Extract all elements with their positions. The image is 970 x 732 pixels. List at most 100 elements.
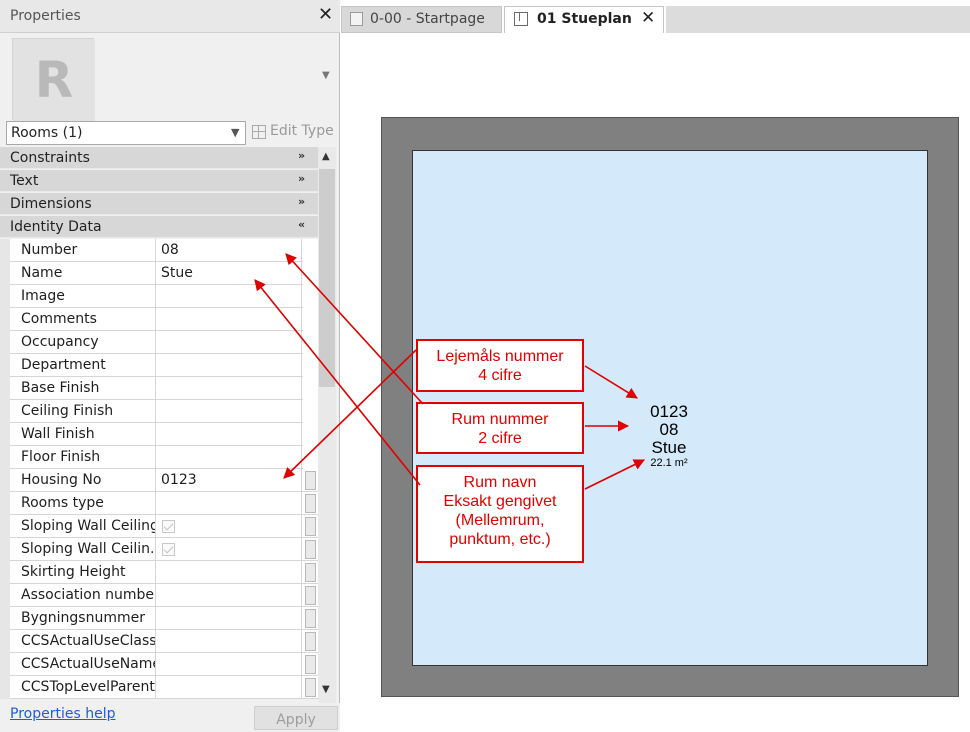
sloping-wall-ceiling-checkbox[interactable] xyxy=(162,520,175,533)
row-gutter xyxy=(0,285,10,308)
row-side xyxy=(303,239,318,262)
floor-plan-view[interactable]: Lejemåls nummer 4 cifre Rum nummer 2 cif… xyxy=(341,33,970,732)
row-gutter xyxy=(0,653,10,676)
property-value-name[interactable]: Stue xyxy=(157,262,302,285)
chevron-down-icon[interactable]: ▼ xyxy=(322,70,330,81)
edit-type-label: Edit Type xyxy=(270,123,334,139)
properties-scrollbar[interactable]: ▲ ▼ xyxy=(318,147,336,703)
callout-line: (Mellemrum, xyxy=(455,512,545,529)
property-value-number[interactable]: 08 xyxy=(157,239,302,262)
chevron-up-icon[interactable]: ▲ xyxy=(322,151,330,162)
property-name: CCSActualUseName xyxy=(10,653,156,676)
property-row-sloping-wall-ceiling-2: Sloping Wall Ceilin... xyxy=(0,538,318,561)
callout-room-number: Rum nummer 2 cifre xyxy=(416,402,584,454)
properties-help-link[interactable]: Properties help xyxy=(10,706,115,722)
property-value-ccs-top-level-parent[interactable] xyxy=(157,676,302,699)
browse-button[interactable] xyxy=(305,586,316,605)
property-value-housing-no[interactable]: 0123 xyxy=(157,469,302,492)
document-icon xyxy=(350,12,363,26)
group-identity-data[interactable]: Identity Data « xyxy=(0,216,318,238)
group-dimensions[interactable]: Dimensions » xyxy=(0,193,318,215)
row-side xyxy=(303,262,318,285)
browse-button[interactable] xyxy=(305,678,316,697)
group-text[interactable]: Text » xyxy=(0,170,318,192)
property-row-image: Image xyxy=(0,285,318,308)
collapse-icon[interactable]: « xyxy=(298,218,305,231)
sloping-wall-ceiling-2-checkbox[interactable] xyxy=(162,543,175,556)
row-side xyxy=(303,354,318,377)
property-name: Floor Finish xyxy=(10,446,156,469)
property-name: Occupancy xyxy=(10,331,156,354)
property-name: Sloping Wall Ceilin... xyxy=(10,538,156,561)
browse-button[interactable] xyxy=(305,632,316,651)
property-value-base-finish[interactable] xyxy=(157,377,302,400)
row-gutter xyxy=(0,446,10,469)
property-row-occupancy: Occupancy xyxy=(0,331,318,354)
property-value-bygningsnummer[interactable] xyxy=(157,607,302,630)
property-value-ccs-actual-use-name[interactable] xyxy=(157,653,302,676)
expand-icon[interactable]: » xyxy=(298,172,305,185)
row-gutter xyxy=(0,331,10,354)
property-row-department: Department xyxy=(0,354,318,377)
edit-type-button[interactable]: Edit Type xyxy=(250,123,340,145)
apply-button[interactable]: Apply xyxy=(254,706,338,730)
expand-icon[interactable]: » xyxy=(298,149,305,162)
browse-button[interactable] xyxy=(305,609,316,628)
browse-button[interactable] xyxy=(305,494,316,513)
group-label: Dimensions xyxy=(10,196,92,212)
property-name: CCSActualUseClass... xyxy=(10,630,156,653)
row-gutter xyxy=(0,400,10,423)
tab-label: 0-00 - Startpage xyxy=(370,11,485,27)
room-tag-housing-no[interactable]: 0123 xyxy=(629,402,709,422)
browse-button[interactable] xyxy=(305,655,316,674)
chevron-down-icon[interactable]: ▼ xyxy=(322,684,330,695)
property-value-image[interactable] xyxy=(157,285,302,308)
row-gutter xyxy=(0,308,10,331)
property-value-comments[interactable] xyxy=(157,308,302,331)
row-gutter xyxy=(0,584,10,607)
row-side xyxy=(303,331,318,354)
property-row-sloping-wall-ceiling: Sloping Wall Ceiling xyxy=(0,515,318,538)
property-value-department[interactable] xyxy=(157,354,302,377)
property-row-ceiling-finish: Ceiling Finish xyxy=(0,400,318,423)
tab-bar-empty xyxy=(666,6,970,33)
room-tag-number[interactable]: 08 xyxy=(629,420,709,440)
property-value-occupancy[interactable] xyxy=(157,331,302,354)
row-gutter xyxy=(0,492,10,515)
property-row-association-number: Association number xyxy=(0,584,318,607)
property-value-ceiling-finish[interactable] xyxy=(157,400,302,423)
type-selector-thumbnail[interactable]: R xyxy=(12,38,95,121)
browse-button[interactable] xyxy=(305,540,316,559)
property-name: Skirting Height xyxy=(10,561,156,584)
property-value-rooms-type[interactable] xyxy=(157,492,302,515)
property-name: Base Finish xyxy=(10,377,156,400)
group-constraints[interactable]: Constraints » xyxy=(0,147,318,169)
expand-icon[interactable]: » xyxy=(298,195,305,208)
chevron-down-icon: ▼ xyxy=(231,126,240,139)
browse-button[interactable] xyxy=(305,517,316,536)
property-row-rooms-type: Rooms type xyxy=(0,492,318,515)
room-tag-area[interactable]: 22.1 m² xyxy=(629,457,709,469)
tab-stueplan[interactable]: 01 Stueplan ✕ xyxy=(504,6,664,33)
property-name: Wall Finish xyxy=(10,423,156,446)
instance-filter-select[interactable]: Rooms (1) ▼ xyxy=(6,121,246,145)
property-name: Association number xyxy=(10,584,156,607)
close-icon[interactable]: ✕ xyxy=(641,8,655,28)
property-value-floor-finish[interactable] xyxy=(157,446,302,469)
property-row-number: Number 08 xyxy=(0,239,318,262)
room-tag-name[interactable]: Stue xyxy=(629,438,709,458)
tab-startpage[interactable]: 0-00 - Startpage xyxy=(341,6,502,33)
group-label: Constraints xyxy=(10,150,90,166)
property-name: Housing No xyxy=(10,469,156,492)
property-name: Comments xyxy=(10,308,156,331)
row-gutter xyxy=(0,423,10,446)
close-icon[interactable]: ✕ xyxy=(318,4,333,25)
property-value-ccs-actual-use-class[interactable] xyxy=(157,630,302,653)
property-value-association-number[interactable] xyxy=(157,584,302,607)
group-label: Identity Data xyxy=(10,219,102,235)
browse-button[interactable] xyxy=(305,471,316,490)
property-value-skirting-height[interactable] xyxy=(157,561,302,584)
browse-button[interactable] xyxy=(305,563,316,582)
property-value-wall-finish[interactable] xyxy=(157,423,302,446)
scrollbar-thumb[interactable] xyxy=(319,169,335,387)
